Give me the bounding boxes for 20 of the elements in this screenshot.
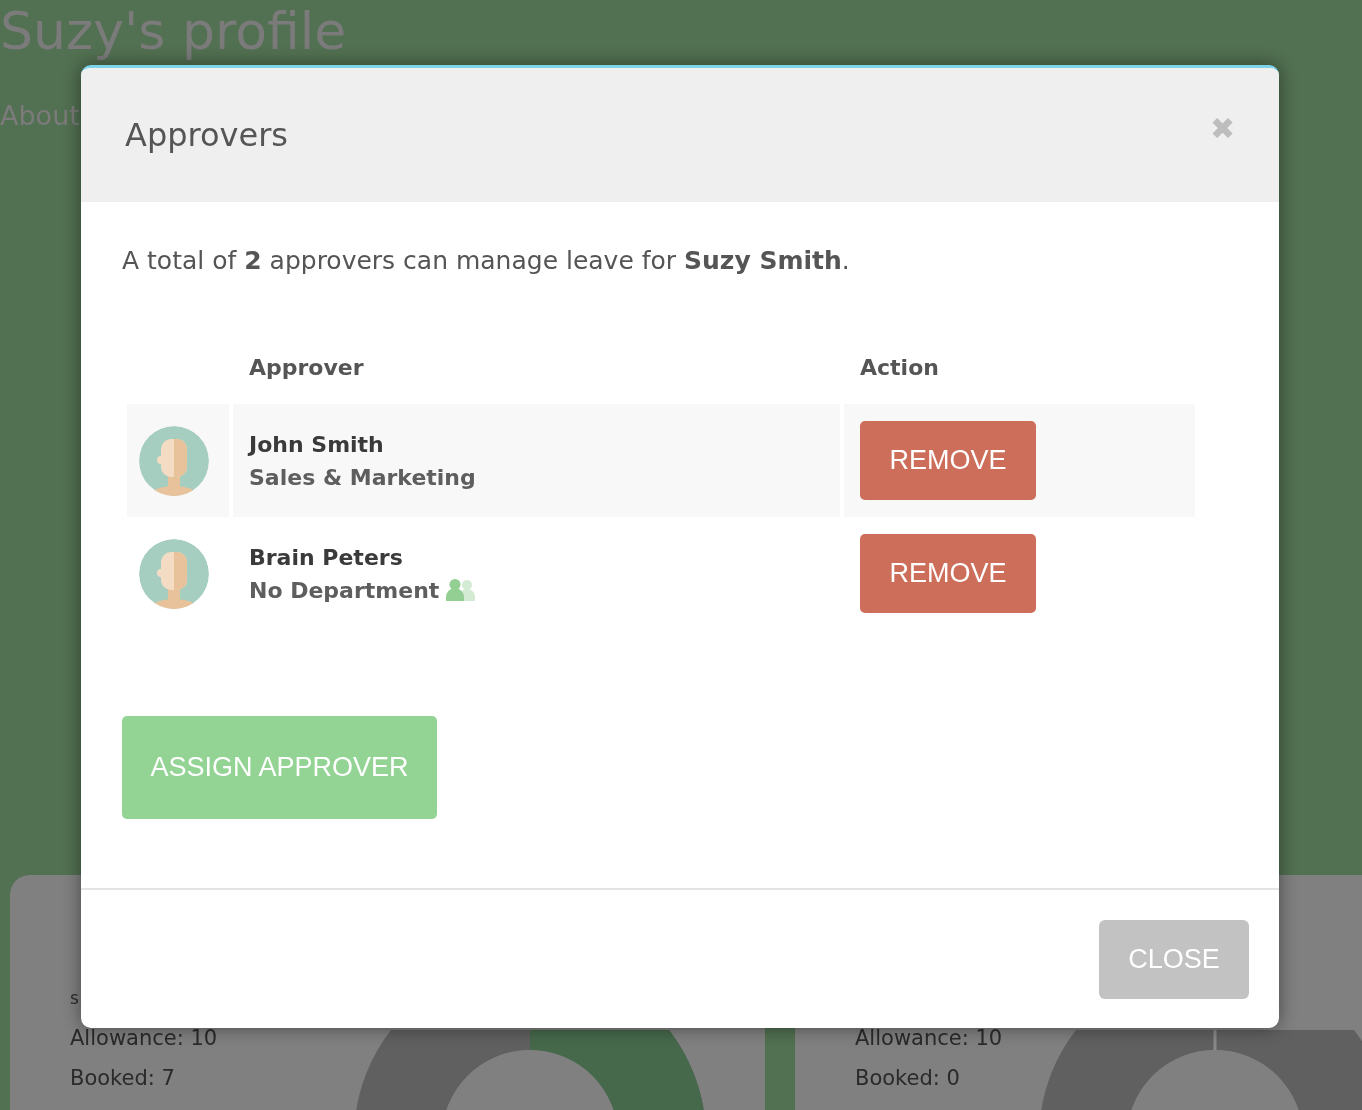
remove-button[interactable]: REMOVE	[860, 421, 1036, 500]
department-name: Sales & Marketing	[249, 464, 476, 490]
card-line: Allowance: 10	[855, 1026, 1004, 1052]
avatar-icon	[139, 538, 209, 609]
column-header: Action	[860, 355, 939, 380]
summary-text: A total of 2 approvers can manage leave for Suzy Smith.	[122, 246, 851, 275]
people-icon	[445, 579, 478, 601]
card-subtitle: s	[70, 988, 80, 1010]
card-line: Allowance: 10	[70, 1026, 219, 1052]
department-name: No Department	[249, 577, 440, 603]
close-button[interactable]: CLOSE	[1099, 919, 1249, 999]
approver-name: Brain Peters	[249, 544, 404, 570]
card-line: Booked: 7	[70, 1066, 176, 1092]
dialog-title: Approvers	[125, 116, 288, 154]
card-line: Booked: 0	[855, 1066, 961, 1092]
avatar-icon	[139, 425, 209, 496]
assign-approver-button[interactable]: ASSIGN APPROVER	[122, 716, 437, 819]
column-header: Approver	[249, 355, 364, 380]
remove-button[interactable]: REMOVE	[860, 534, 1036, 613]
approver-name: John Smith	[249, 431, 385, 457]
